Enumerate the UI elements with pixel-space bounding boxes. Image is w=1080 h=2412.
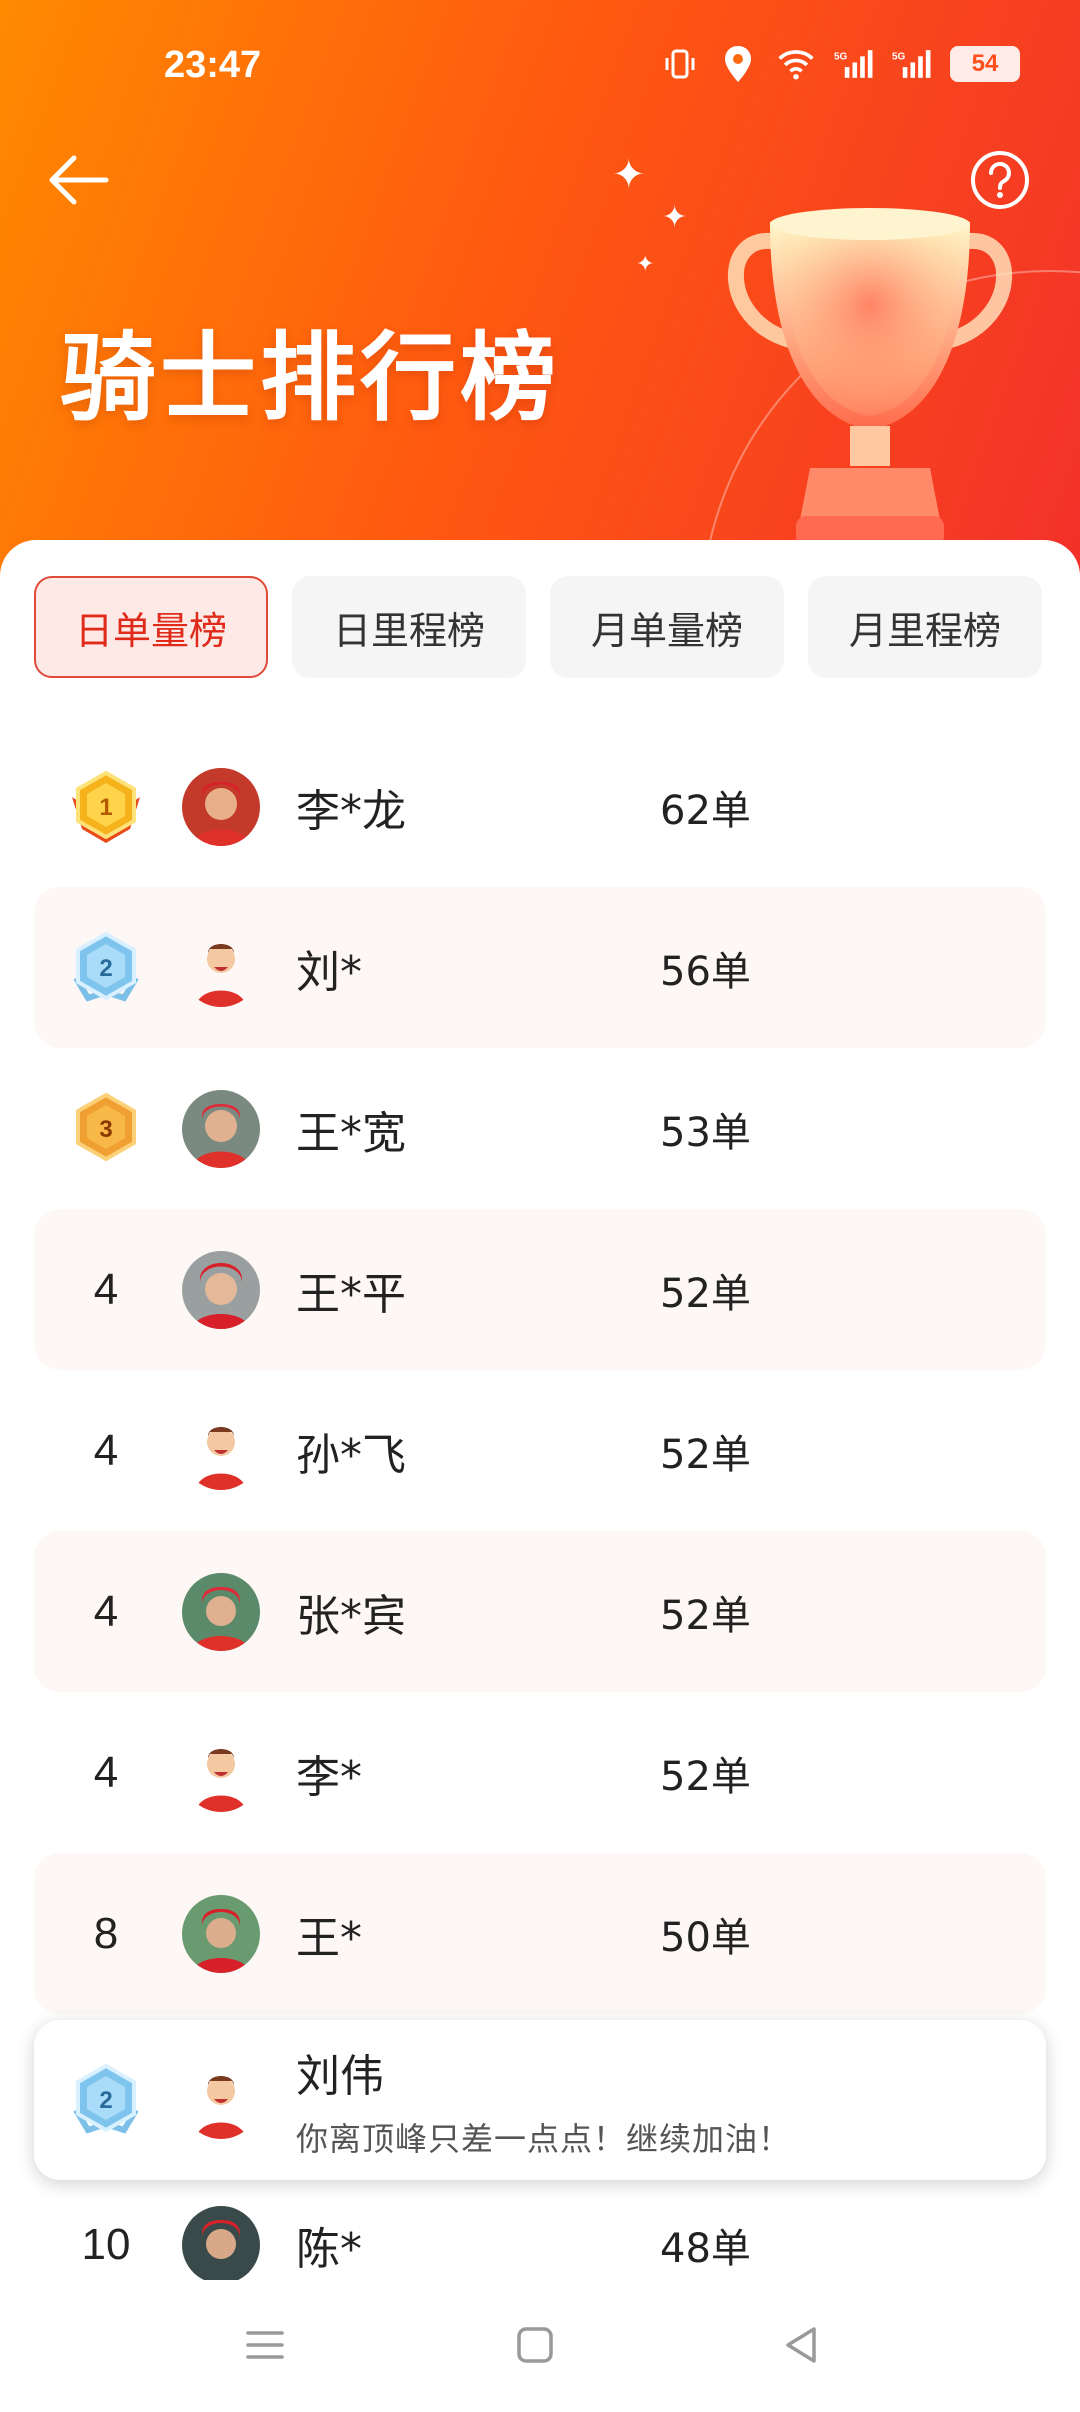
silver-medal-icon: 2 [73,931,139,1002]
rank-number: 8 [93,1908,119,1958]
order-count: 56单 [660,948,751,995]
menu-button[interactable] [240,2320,290,2370]
order-count: 62单 [660,787,751,834]
ranking-row[interactable]: 3 王*宽 53单 [34,1048,1046,1209]
sparkle-icon: ✦ [662,200,688,235]
back-triangle-icon [786,2327,816,2363]
tab-daily-mileage[interactable]: 日里程榜 [292,576,526,678]
signal-5g-icon: 5G [892,44,932,84]
tab-monthly-mileage[interactable]: 月里程榜 [808,576,1042,678]
battery-indicator: 54 [950,46,1020,82]
rider-name: 王*宽 [296,1107,406,1159]
header-banner: 23:47 5G 5G 54 骑士排行榜 ✦ ✦ ✦ [0,0,1080,600]
back-arrow-icon [49,155,109,205]
order-count: 50单 [660,1914,751,1961]
gold-medal-icon: 1 [72,770,140,843]
menu-icon [246,2331,284,2359]
sparkle-icon: ✦ [612,152,646,198]
rider-name: 张*宾 [296,1590,406,1642]
ranking-row[interactable]: 4 张*宾 52单 [34,1531,1046,1692]
order-count: 48单 [660,2226,751,2272]
vibrate-icon [660,44,700,84]
rider-name: 王* [296,1912,362,1964]
svg-text:5G: 5G [892,51,906,62]
sparkle-icon: ✦ [636,252,655,277]
svg-text:1: 1 [99,794,112,821]
order-count: 52单 [660,1270,751,1317]
ranking-row[interactable]: 4 王*平 52单 [34,1209,1046,1370]
bronze-medal-icon: 3 [76,1092,136,1161]
tab-daily-orders[interactable]: 日单量榜 [34,576,268,678]
rider-name: 王*平 [296,1268,406,1320]
rider-name: 李*龙 [296,785,406,837]
signal-5g-icon: 5G [834,44,874,84]
tab-monthly-orders[interactable]: 月单量榜 [550,576,784,678]
home-button[interactable] [510,2320,560,2370]
avatar [182,928,260,1007]
svg-text:3: 3 [99,1116,112,1143]
ranking-row[interactable]: 4 李* 52单 [34,1692,1046,1853]
encouragement-text: 你离顶峰只差一点点！继续加油！ [296,2120,792,2158]
svg-text:2: 2 [99,955,112,982]
rider-name: 刘* [296,946,362,998]
ranking-row[interactable]: 4 孙*飞 52单 [34,1370,1046,1531]
order-count: 52单 [660,1592,751,1639]
ranking-row[interactable]: 8 王* 50单 [34,1853,1046,2014]
wifi-icon [776,44,816,84]
my-rank-card[interactable]: 2 刘伟 你离顶峰只差一点点！继续加油！ [34,2020,1046,2180]
system-back-button[interactable] [776,2320,826,2370]
rank-number: 4 [93,1586,119,1636]
tab-bar: 日单量榜 日里程榜 月单量榜 月里程榜 [34,576,1042,678]
home-icon [517,2327,553,2363]
rank-number: 4 [93,1425,119,1475]
trophy-icon [700,150,1040,570]
avatar [182,1572,260,1651]
avatar [182,767,260,846]
rank-number: 10 [81,2220,131,2269]
avatar [182,1411,260,1490]
rider-name: 李* [296,1751,362,1803]
rider-name: 孙*飞 [296,1429,406,1481]
avatar [182,1250,260,1329]
svg-text:5G: 5G [834,51,848,62]
order-count: 52单 [660,1753,751,1800]
rider-name: 陈* [296,2224,362,2275]
avatar [182,2206,260,2284]
status-time: 23:47 [164,44,262,86]
ranking-row[interactable]: 10 陈* 48单 [34,2200,1046,2290]
rank-number: 4 [93,1264,119,1314]
avatar [182,1733,260,1812]
avatar [182,1894,260,1973]
ranking-list: 1 李*龙 62单 2 刘* 56单 3 王*宽 53单 4 王*平 52单 4… [34,726,1046,2014]
rank-number: 4 [93,1747,119,1797]
order-count: 53单 [660,1109,751,1156]
page-title: 骑士排行榜 [60,322,560,434]
back-button[interactable] [44,148,114,212]
system-nav-bar [0,2280,1080,2412]
location-icon [718,44,758,84]
avatar [182,1089,260,1168]
ranking-row[interactable]: 2 刘* 56单 [34,887,1046,1048]
my-name: 刘伟 [296,2051,384,2102]
order-count: 52单 [660,1431,751,1478]
status-bar: 23:47 5G 5G 54 [0,0,1080,130]
avatar [182,2061,260,2139]
svg-text:2: 2 [99,2087,112,2114]
silver-medal-icon: 2 [73,2063,139,2134]
ranking-row[interactable]: 1 李*龙 62单 [34,726,1046,887]
